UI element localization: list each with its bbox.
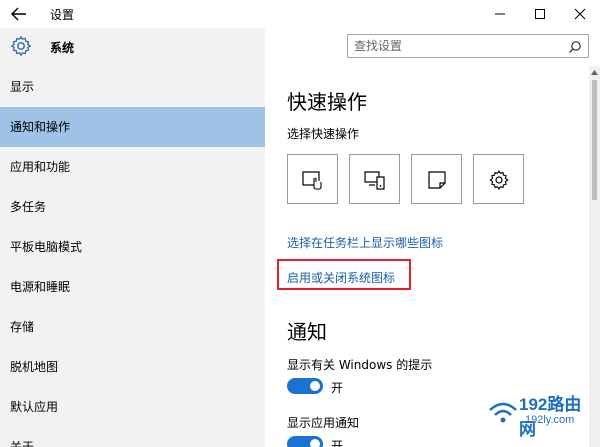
app-notifications-state: 开 <box>331 439 344 447</box>
nav-item-display[interactable]: 显示 <box>0 67 265 107</box>
app-header: 系统 <box>0 28 265 66</box>
maximize-button[interactable] <box>520 0 560 28</box>
app-notifications-toggle[interactable] <box>287 436 323 447</box>
nav-item-about[interactable]: 关于 <box>0 427 265 447</box>
nav-item-tablet-mode[interactable]: 平板电脑模式 <box>0 227 265 267</box>
search-icon[interactable] <box>568 39 582 53</box>
search-input[interactable] <box>354 38 554 54</box>
connect-display-icon <box>364 171 385 190</box>
tablet-mode-icon <box>302 171 322 190</box>
app-name: 系统 <box>50 41 75 55</box>
quick-action-tile-connect[interactable] <box>349 154 400 204</box>
nav-item-power-sleep[interactable]: 电源和睡眠 <box>0 267 265 307</box>
site-watermark: 192路由网 192ly.com <box>486 388 598 439</box>
minimize-button[interactable] <box>480 0 520 28</box>
quick-action-tile-tablet[interactable] <box>287 154 338 204</box>
settings-gear-icon <box>489 169 509 191</box>
app-notifications-label: 显示应用通知 <box>287 416 360 430</box>
note-icon <box>428 171 446 189</box>
nav-item-offline-maps[interactable]: 脱机地图 <box>0 347 265 387</box>
nav-item-apps-features[interactable]: 应用和功能 <box>0 147 265 187</box>
watermark-url: 192ly.com <box>525 414 575 426</box>
notifications-heading: 通知 <box>287 320 327 344</box>
nav-item-storage[interactable]: 存储 <box>0 307 265 347</box>
quick-action-tile-note[interactable] <box>411 154 462 204</box>
title-bar: 设置 <box>0 0 600 28</box>
back-arrow-icon[interactable] <box>10 6 28 22</box>
quick-actions-subtitle: 选择快速操作 <box>287 127 360 141</box>
system-icons-link[interactable]: 启用或关闭系统图标 <box>287 269 395 286</box>
close-button[interactable] <box>560 0 600 28</box>
nav-list: 显示 通知和操作 应用和功能 多任务 平板电脑模式 电源和睡眠 存储 脱机地图 … <box>0 67 265 447</box>
scrollbar-thumb[interactable] <box>592 80 597 200</box>
search-box <box>347 34 589 58</box>
gear-icon <box>10 35 32 57</box>
quick-action-tile-settings[interactable] <box>473 154 524 204</box>
window-title: 设置 <box>50 8 75 22</box>
quick-actions-heading: 快速操作 <box>287 90 367 114</box>
wifi-router-logo-icon <box>489 402 517 423</box>
scroll-up-icon[interactable] <box>591 70 598 75</box>
taskbar-icons-link[interactable]: 选择在任务栏上显示哪些图标 <box>287 234 443 251</box>
windows-tips-toggle[interactable] <box>287 378 323 394</box>
nav-item-default-apps[interactable]: 默认应用 <box>0 387 265 427</box>
windows-tips-label: 显示有关 Windows 的提示 <box>287 358 433 372</box>
nav-item-notifications[interactable]: 通知和操作 <box>0 107 265 147</box>
windows-tips-state: 开 <box>331 381 344 395</box>
nav-item-multitasking[interactable]: 多任务 <box>0 187 265 227</box>
